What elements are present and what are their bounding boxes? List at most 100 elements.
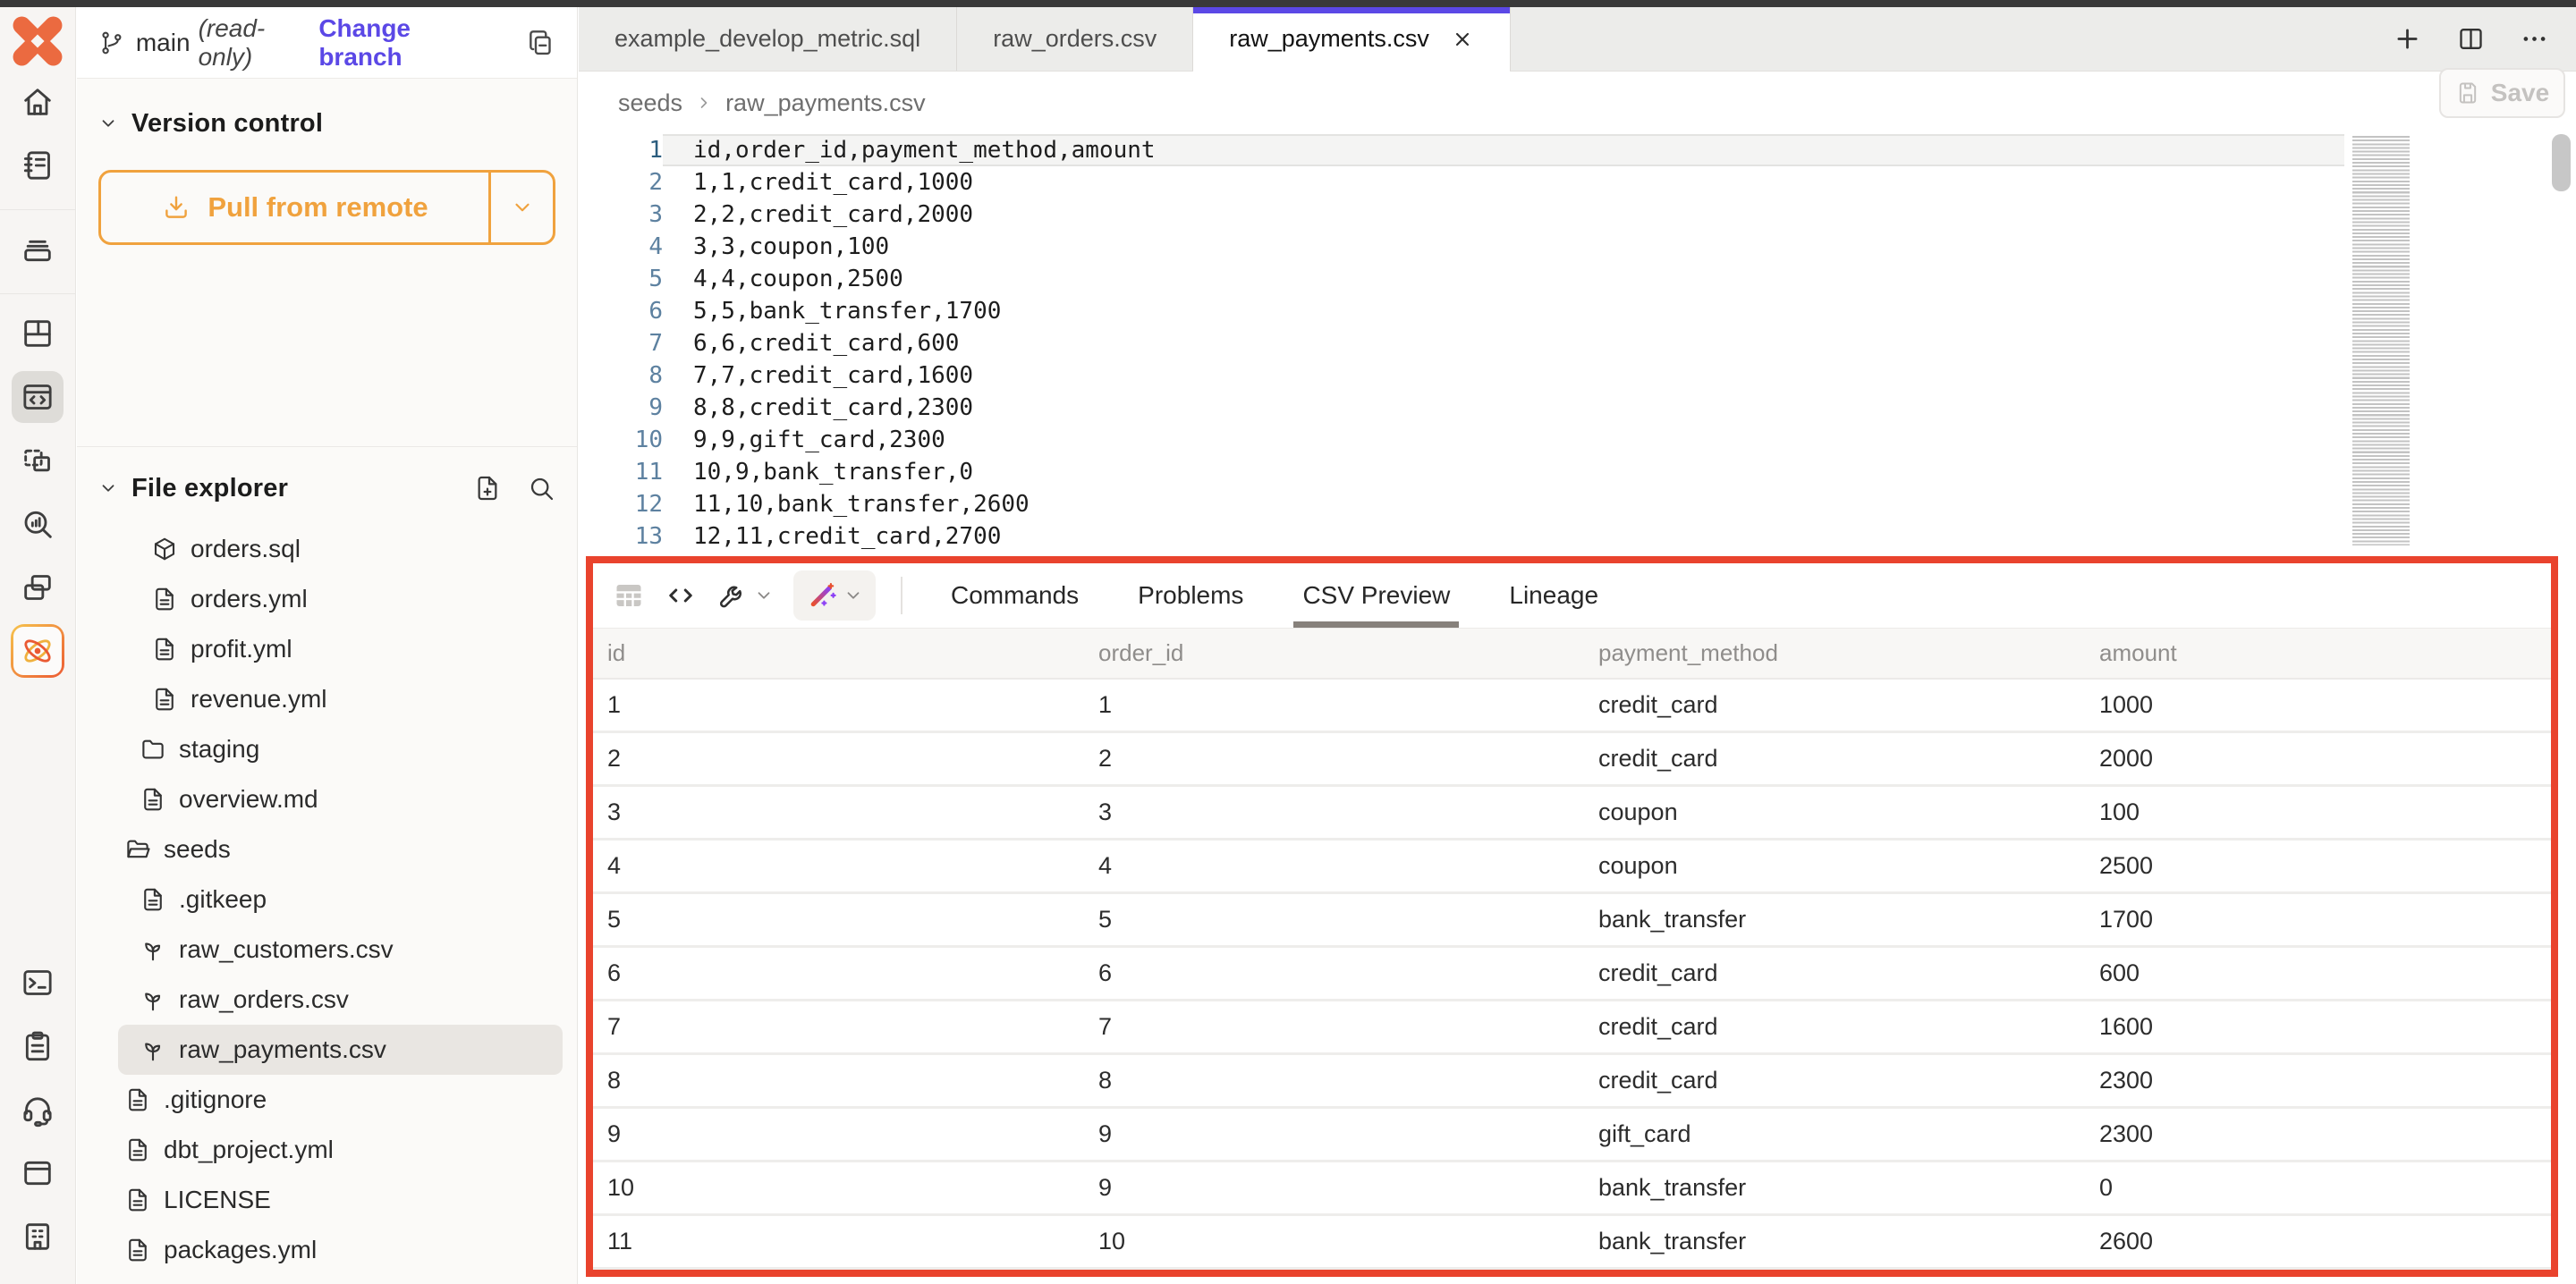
code-line-1[interactable]: 1id,order_id,payment_method,amount (579, 134, 2344, 166)
dbt-logo[interactable] (9, 13, 66, 70)
code-editor[interactable]: 1id,order_id,payment_method,amount21,1,c… (579, 134, 2576, 556)
file-item-raw_customers.csv[interactable]: raw_customers.csv (77, 925, 577, 975)
chevron-down-icon[interactable] (98, 478, 118, 498)
file-item-dbt_project.yml[interactable]: dbt_project.yml (77, 1125, 577, 1175)
code-line-8[interactable]: 87,7,credit_card,1600 (579, 359, 2344, 392)
table-row[interactable]: 1110bank_transfer2600 (593, 1216, 2551, 1270)
file-item-profit.yml[interactable]: profit.yml (77, 624, 577, 674)
plus-button[interactable] (2393, 24, 2422, 54)
code-line-12[interactable]: 1211,10,bank_transfer,2600 (579, 488, 2344, 520)
code-line-6[interactable]: 65,5,bank_transfer,1700 (579, 295, 2344, 327)
folder-icon (140, 736, 166, 763)
file-item-raw_orders.csv[interactable]: raw_orders.csv (77, 975, 577, 1025)
file-item-seeds[interactable]: seeds (77, 824, 577, 874)
change-branch-link[interactable]: Change branch (318, 14, 500, 72)
activity-browser-button[interactable] (0, 1141, 75, 1204)
file-item-staging[interactable]: staging (77, 724, 577, 774)
column-header-order_id[interactable]: order_id (1098, 639, 1598, 667)
panel-tab-problems[interactable]: Problems (1138, 563, 1243, 628)
code-line-11[interactable]: 1110,9,bank_transfer,0 (579, 456, 2344, 488)
results-table-button[interactable] (613, 579, 645, 612)
table-row[interactable]: 22credit_card2000 (593, 733, 2551, 787)
file-item-.gitkeep[interactable]: .gitkeep (77, 874, 577, 925)
seed-sprout-icon (140, 986, 166, 1013)
code-line-5[interactable]: 54,4,coupon,2500 (579, 263, 2344, 295)
activity-windows-button[interactable] (0, 555, 75, 619)
chevron-down-icon (843, 586, 863, 605)
editor-minimap[interactable] (2352, 136, 2410, 545)
file-item-overview.md[interactable]: overview.md (77, 774, 577, 824)
activity-code-window-button[interactable] (0, 365, 75, 428)
code-line-13[interactable]: 1312,11,credit_card,2700 (579, 520, 2344, 553)
tab-raw_orders.csv[interactable]: raw_orders.csv (957, 7, 1193, 71)
tab-example_develop_metric.sql[interactable]: example_develop_metric.sql (579, 7, 957, 71)
column-header-payment_method[interactable]: payment_method (1598, 639, 2099, 667)
table-row[interactable]: 55bank_transfer1700 (593, 894, 2551, 948)
activity-building-button[interactable] (0, 1204, 75, 1268)
column-header-amount[interactable]: amount (2099, 639, 2551, 667)
activity-notebook-button[interactable] (0, 133, 75, 197)
file-item-packages.yml[interactable]: packages.yml (77, 1225, 577, 1275)
code-line-2[interactable]: 21,1,credit_card,1000 (579, 166, 2344, 199)
chevron-down-icon[interactable] (98, 114, 118, 133)
pull-options-button[interactable] (488, 173, 553, 242)
pull-from-remote-button[interactable]: Pull from remote (98, 170, 555, 245)
table-row[interactable]: 33coupon100 (593, 787, 2551, 841)
table-cell: 10 (607, 1174, 1098, 1202)
folder-open-icon (124, 836, 151, 863)
save-button[interactable]: Save (2439, 68, 2565, 118)
activity-terminal-button[interactable] (0, 950, 75, 1014)
close-tab-icon[interactable] (1451, 28, 1474, 51)
code-line-9[interactable]: 98,8,credit_card,2300 (579, 392, 2344, 424)
file-item-orders.sql[interactable]: orders.sql (77, 524, 577, 574)
tab-raw_payments.csv[interactable]: raw_payments.csv (1193, 7, 1511, 71)
file-item-.gitignore[interactable]: .gitignore (77, 1075, 577, 1125)
tab-label: raw_payments.csv (1229, 25, 1429, 53)
new-file-icon[interactable] (473, 474, 502, 503)
table-row[interactable]: 88credit_card2300 (593, 1055, 2551, 1109)
activity-stack-button[interactable] (0, 217, 75, 281)
code-view-button[interactable] (665, 579, 697, 612)
panel-tab-csv-preview[interactable]: CSV Preview (1302, 563, 1450, 628)
activity-home-button[interactable] (0, 70, 75, 133)
table-row[interactable]: 66credit_card600 (593, 948, 2551, 1001)
windows-icon (20, 570, 55, 605)
activity-atom-button[interactable] (0, 619, 75, 682)
activity-search-insights-button[interactable] (0, 492, 75, 555)
file-item-raw_payments.csv[interactable]: raw_payments.csv (118, 1025, 563, 1075)
file-item-revenue.yml[interactable]: revenue.yml (77, 674, 577, 724)
code-line-7[interactable]: 76,6,credit_card,600 (579, 327, 2344, 359)
editor-scrollbar[interactable] (2552, 134, 2571, 191)
table-cell: 11 (607, 1228, 1098, 1255)
panel-tab-commands[interactable]: Commands (951, 563, 1079, 628)
table-row[interactable]: 11credit_card1000 (593, 680, 2551, 733)
table-row[interactable]: 77credit_card1600 (593, 1001, 2551, 1055)
build-options-button[interactable] (716, 579, 774, 612)
table-row[interactable]: 99gift_card2300 (593, 1109, 2551, 1162)
breadcrumb-item[interactable]: raw_payments.csv (725, 89, 926, 117)
table-cell: bank_transfer (1598, 906, 2099, 933)
table-cell: credit_card (1598, 959, 2099, 987)
table-row[interactable]: 109bank_transfer0 (593, 1162, 2551, 1216)
code-line-3[interactable]: 32,2,credit_card,2000 (579, 199, 2344, 231)
column-header-id[interactable]: id (607, 639, 1098, 667)
activity-headset-button[interactable] (0, 1077, 75, 1141)
ai-assist-button[interactable] (793, 570, 876, 621)
table-cell: 2000 (2099, 745, 2551, 773)
ellipsis-button[interactable] (2520, 24, 2549, 54)
copy-icon[interactable] (525, 28, 555, 58)
code-line-4[interactable]: 43,3,coupon,100 (579, 231, 2344, 263)
activity-clipboard-button[interactable] (0, 1014, 75, 1077)
file-item-LICENSE[interactable]: LICENSE (77, 1175, 577, 1225)
table-row[interactable]: 44coupon2500 (593, 841, 2551, 894)
code-line-10[interactable]: 109,9,gift_card,2300 (579, 424, 2344, 456)
search-icon[interactable] (527, 474, 555, 503)
table-cell: 9 (607, 1120, 1098, 1148)
file-item-orders.yml[interactable]: orders.yml (77, 574, 577, 624)
activity-frame-select-button[interactable] (0, 428, 75, 492)
split-view-button[interactable] (2456, 24, 2486, 54)
activity-grid-layout-button[interactable] (0, 301, 75, 365)
breadcrumb-item[interactable]: seeds (618, 89, 682, 117)
table-cell: credit_card (1598, 691, 2099, 719)
panel-tab-lineage[interactable]: Lineage (1509, 563, 1598, 628)
